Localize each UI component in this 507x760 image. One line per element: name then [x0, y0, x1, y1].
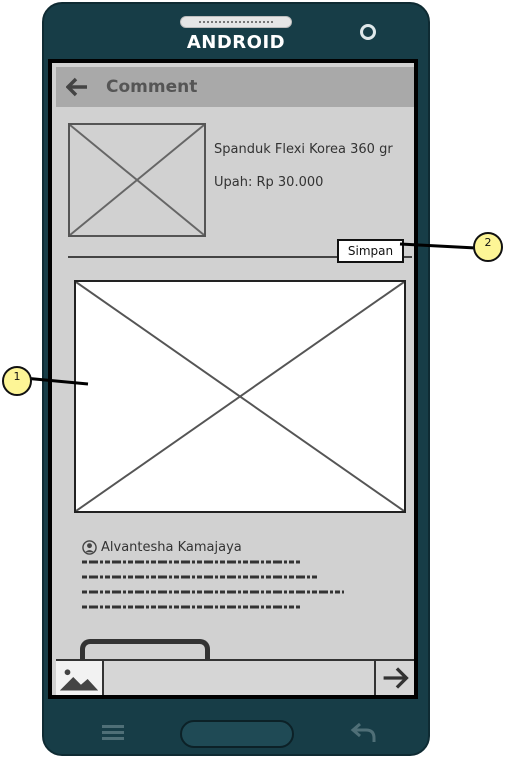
front-camera-icon: [360, 24, 376, 40]
save-button[interactable]: Simpan: [337, 239, 404, 263]
comment-text-input[interactable]: [104, 661, 374, 695]
comment-author-name: Alvantesha Kamajaya: [101, 539, 242, 555]
back-nav-icon[interactable]: [350, 720, 378, 744]
product-name: Spanduk Flexi Korea 360 gr: [214, 142, 393, 157]
app-bar: Comment: [56, 67, 414, 107]
attach-image-button[interactable]: [56, 661, 104, 695]
device-nav-bar: [44, 704, 432, 758]
home-button[interactable]: [180, 720, 294, 748]
product-price: Upah: Rp 30.000: [214, 175, 324, 190]
callout-marker-2: 2: [473, 232, 503, 262]
back-arrow-icon[interactable]: [66, 76, 88, 98]
app-screen: Comment Spanduk Flexi Korea 360 gr Upah:…: [48, 59, 418, 699]
comment-input-bar: [56, 659, 414, 695]
page-title: Comment: [106, 77, 198, 97]
comment-author-row: Alvantesha Kamajaya: [82, 538, 242, 556]
product-thumbnail-image: [68, 123, 206, 237]
menu-icon[interactable]: [100, 722, 126, 742]
user-avatar-icon: [82, 539, 97, 555]
speaker-grille: [180, 16, 292, 28]
comment-image-placeholder[interactable]: [74, 280, 406, 513]
send-arrow-button[interactable]: [374, 661, 414, 695]
callout-marker-1: 1: [2, 366, 32, 396]
comment-text-scribble: [82, 560, 344, 609]
